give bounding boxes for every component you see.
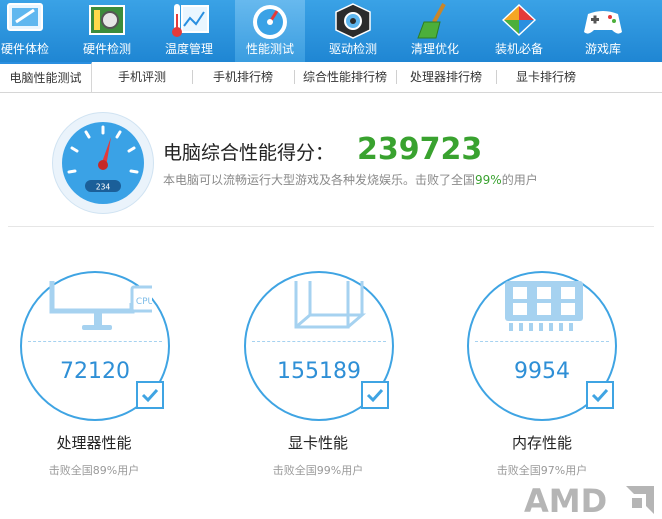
thermometer-icon [172,4,209,37]
card-divider [475,341,609,342]
gamepad-icon [584,11,622,34]
memory-card-title: 内存性能 [511,434,572,452]
card-divider [252,341,386,342]
toolbar-item-label: 清理优化 [410,42,459,56]
gpu-card-subtitle: 击败全国99%用户 [272,464,364,477]
cpu-card-title: 处理器性能 [56,434,132,452]
circuit-board-icon [89,5,125,35]
toolbar-item-label: 驱动检测 [328,42,377,56]
sub-tab-bar: 电脑性能测试 手机评测 手机排行榜 综合性能排行榜 处理器排行榜 显卡排行榜 [0,62,662,93]
toolbar-item-label: 装机必备 [494,42,543,56]
toolbar-item-driver-detect[interactable]: 驱动检测 [312,0,394,62]
cpu-chip-label: CPU [136,297,152,307]
score-desc-percent: 99% [475,173,502,187]
score-desc-suffix: 的用户 [501,173,538,187]
toolbar-item-hardware-detect[interactable]: 硬件检测 [66,0,148,62]
cpu-check-icon [136,381,164,409]
tab-pc-performance-test[interactable]: 电脑性能测试 [0,62,92,92]
main-toolbar: 硬件体检 硬件检测 温度管理 性能测试 驱动检测 清理优化 装机必备 游戏库 [0,0,662,62]
broom-icon [417,3,446,39]
score-value: 239723 [357,132,483,167]
gpu-card-title: 显卡性能 [287,434,348,452]
amd-logo-text: AMD [524,482,607,519]
performance-gauge: 234 [52,112,154,214]
gpu-check-icon [361,381,389,409]
toolbar-item-label: 硬件体检 [0,42,49,56]
amd-logo: AMD [524,482,654,519]
speedometer-icon [253,5,287,39]
toolbar-item-temperature[interactable]: 温度管理 [148,0,230,62]
section-divider [8,226,654,227]
memory-check-icon [586,381,614,409]
card-divider [28,341,162,342]
apps-box-icon [502,4,536,36]
tab-gpu-ranking[interactable]: 显卡排行榜 [497,62,595,92]
toolbar-item-performance-test[interactable]: 性能测试 [235,0,305,62]
toolbar-item-cleanup[interactable]: 清理优化 [394,0,476,62]
toolbar-item-label: 性能测试 [245,42,294,56]
cpu-card-subtitle: 击败全国89%用户 [48,464,140,477]
score-title: 电脑综合性能得分： [163,142,335,164]
gpu-cube-icon [294,281,367,329]
gauge-readout: 234 [96,183,111,192]
memory-chip-icon [505,281,583,331]
tab-overall-ranking[interactable]: 综合性能排行榜 [295,62,395,92]
toolbar-item-essentials[interactable]: 装机必备 [478,0,560,62]
score-description: 本电脑可以流畅运行大型游戏及各种发烧娱乐。击败了全国99%的用户 [163,171,538,188]
tab-phone-ranking[interactable]: 手机排行榜 [193,62,293,92]
toolbar-item-label: 游戏库 [584,42,621,56]
tab-phone-review[interactable]: 手机评测 [92,62,192,92]
speedometer-icon: 234 [62,122,144,204]
monitor-icon [7,3,43,31]
cpu-monitor-icon: CPU [49,281,152,330]
score-desc-prefix: 本电脑可以流畅运行大型游戏及各种发烧娱乐。击败了全国 [163,173,476,187]
toolbar-item-label: 硬件检测 [82,42,131,56]
tab-cpu-ranking[interactable]: 处理器排行榜 [397,62,495,92]
toolbar-item-label: 温度管理 [164,42,213,56]
toolbar-item-game-library[interactable]: 游戏库 [562,0,644,62]
gear-cube-icon [335,3,371,39]
memory-card-subtitle: 击败全国97%用户 [496,464,588,477]
toolbar-item-hardware-checkup[interactable]: 硬件体检 [0,0,66,62]
